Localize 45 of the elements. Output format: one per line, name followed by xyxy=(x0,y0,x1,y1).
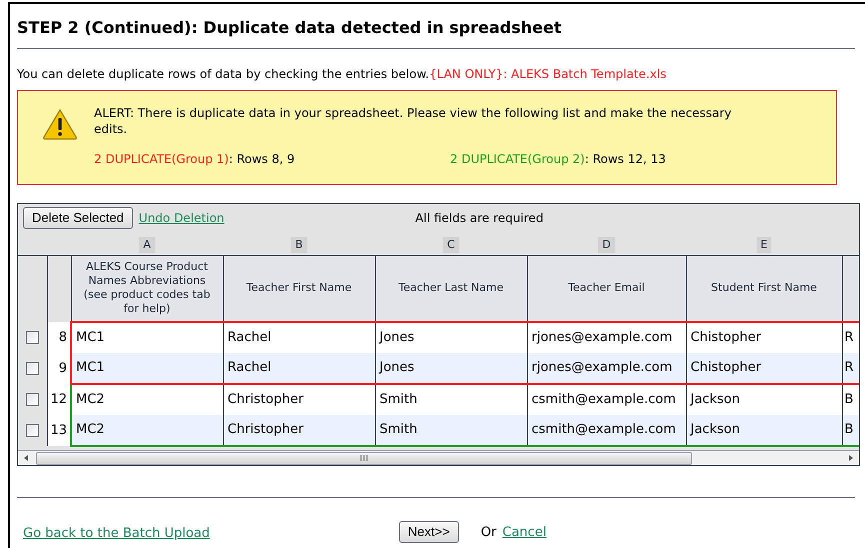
page-title: STEP 2 (Continued): Duplicate data detected in spreadsheet xyxy=(17,18,562,38)
file-name: {LAN ONLY}: ALEKS Batch Template.xls xyxy=(429,67,666,81)
table-cell: Jackson xyxy=(686,415,842,446)
grip-icon xyxy=(360,455,368,461)
table-cell: Christopher xyxy=(223,415,375,446)
column-letter: D xyxy=(598,237,615,253)
row-checkbox[interactable] xyxy=(26,330,39,344)
column-header: ALEKS Course Product Names Abbreviations (see product codes tab for help) xyxy=(71,255,223,322)
duplicate-group-label: 2 DUPLICATE(Group 1) xyxy=(94,152,229,166)
next-button[interactable]: Next>> xyxy=(398,521,459,543)
scrollbar-thumb[interactable] xyxy=(36,452,692,464)
warning-icon xyxy=(42,108,78,140)
row-number: 8 xyxy=(47,322,71,353)
column-header: Student First Name xyxy=(686,255,842,322)
duplicate-rows-text: : Rows 8, 9 xyxy=(228,152,295,166)
column-header: Teacher Email xyxy=(527,255,686,322)
column-letter: B xyxy=(291,237,307,253)
table-cell: Smith xyxy=(375,415,527,446)
instruction-text: You can delete duplicate rows of data by checking the entries below. xyxy=(17,67,430,81)
row-checkbox[interactable] xyxy=(26,424,39,437)
row-number: 12 xyxy=(47,384,71,415)
delete-selected-button[interactable]: Delete Selected xyxy=(23,207,133,229)
table-cell: MC2 xyxy=(71,415,223,446)
scroll-left-icon[interactable] xyxy=(22,454,30,462)
table-cell: B xyxy=(842,415,859,446)
row-checkbox[interactable] xyxy=(26,392,39,406)
duplicate-rows-text: : Rows 12, 13 xyxy=(584,152,666,166)
back-link[interactable]: Go back to the Batch Upload xyxy=(23,524,210,543)
horizontal-scrollbar[interactable] xyxy=(18,450,859,465)
or-text: Or xyxy=(480,524,496,542)
column-letter: C xyxy=(443,237,459,253)
row-number: 13 xyxy=(47,415,71,446)
scroll-right-icon[interactable] xyxy=(847,454,855,462)
duplicate-group-label: 2 DUPLICATE(Group 2) xyxy=(450,152,585,166)
required-note: All fields are required xyxy=(415,210,544,227)
row-checkbox[interactable] xyxy=(26,362,39,375)
column-header: Teacher Last Name xyxy=(375,255,527,322)
cancel-link[interactable]: Cancel xyxy=(502,523,546,543)
column-header: Teacher First Name xyxy=(223,255,375,322)
column-letter: A xyxy=(139,237,155,253)
column-letter: E xyxy=(756,237,772,253)
row-number: 9 xyxy=(47,353,71,384)
undo-deletion-link[interactable]: Undo Deletion xyxy=(138,209,224,227)
table-cell: csmith@example.com xyxy=(527,415,686,446)
alert-message: ALERT: There is duplicate data in your spreadsheet. Please view the following list and make the necessary edits. xyxy=(94,105,732,137)
